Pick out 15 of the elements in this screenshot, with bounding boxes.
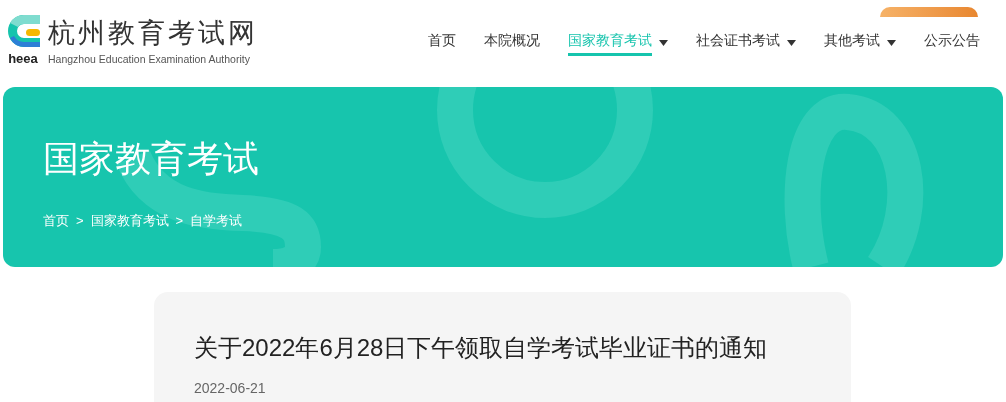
article-title: 关于2022年6月28日下午领取自学考试毕业证书的通知 bbox=[194, 333, 769, 363]
top-tab[interactable] bbox=[880, 7, 978, 17]
breadcrumb-separator: > bbox=[175, 212, 184, 230]
logo-mark-text: heea bbox=[8, 52, 38, 65]
site-title: 杭州教育考试网 bbox=[48, 18, 258, 48]
banner-title: 国家教育考试 bbox=[43, 137, 260, 181]
article-date: 2022-06-21 bbox=[194, 379, 267, 398]
breadcrumb-separator: > bbox=[76, 212, 84, 230]
logo-icon bbox=[6, 12, 40, 50]
nav-link[interactable]: 首页 bbox=[428, 30, 456, 56]
nav-link[interactable]: 本院概况 bbox=[484, 30, 540, 56]
nav-link[interactable]: 其他考试 bbox=[824, 30, 880, 56]
nav-link[interactable]: 公示公告 bbox=[924, 30, 980, 56]
site-subtitle: Hangzhou Education Examination Authority bbox=[48, 52, 251, 66]
nav-link[interactable]: 社会证书考试 bbox=[696, 30, 780, 56]
